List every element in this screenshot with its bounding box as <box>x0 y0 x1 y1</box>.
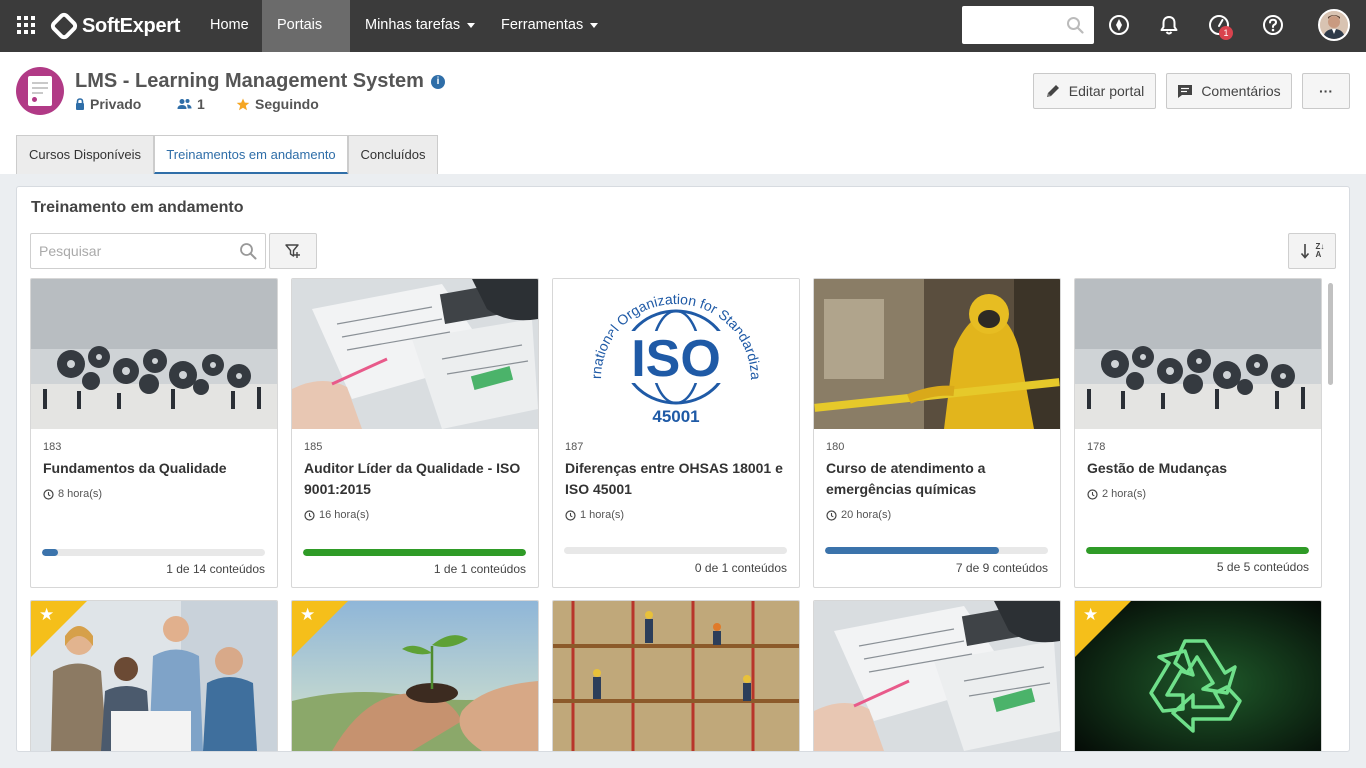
course-duration: 2 hora(s) <box>1087 488 1146 500</box>
portal-title: LMS - Learning Management System <box>75 70 424 92</box>
course-image-iso-logo: International Organization for Standardi… <box>553 279 799 429</box>
course-code: 178 <box>1087 441 1106 453</box>
course-name: Curso de atendimento a emergências quími… <box>826 460 986 497</box>
members-count[interactable]: 1 <box>177 96 205 112</box>
course-name: Diferenças entre OHSAS 18001 e ISO 45001 <box>565 460 783 497</box>
panel-scrollbar[interactable] <box>1328 283 1333 385</box>
course-duration: 20 hora(s) <box>826 509 891 521</box>
progress-bar <box>825 547 1048 554</box>
progress-bar <box>1086 547 1309 554</box>
star-icon: ★ <box>1083 605 1099 624</box>
course-card[interactable] <box>813 600 1061 751</box>
more-options-button[interactable]: ··· <box>1302 73 1350 109</box>
star-icon <box>236 98 250 110</box>
nav-ferramentas[interactable]: Ferramentas <box>486 0 613 52</box>
logo-text: SoftExpert <box>82 14 181 37</box>
edit-portal-button[interactable]: Editar portal <box>1033 73 1156 109</box>
comments-button[interactable]: Comentários <box>1166 73 1292 109</box>
course-code: 180 <box>826 441 845 453</box>
tab-treinamentos-em-andamento[interactable]: Treinamentos em andamento <box>154 135 348 174</box>
progress-bar <box>303 549 526 556</box>
content-count: 7 de 9 conteúdos <box>955 561 1048 575</box>
clock-icon <box>43 488 54 500</box>
tab-cursos-disponiveis[interactable]: Cursos Disponíveis <box>16 135 154 174</box>
course-name: Fundamentos da Qualidade <box>43 460 227 476</box>
nav-home[interactable]: Home <box>195 0 264 52</box>
search-icon <box>1067 17 1084 34</box>
course-card[interactable]: ★ <box>1074 600 1322 751</box>
clock-icon <box>565 509 576 521</box>
apps-grid-icon[interactable] <box>17 16 35 34</box>
chevron-down-icon <box>467 22 476 28</box>
nav-portais[interactable]: Portais <box>262 0 350 78</box>
course-image-documents-desk <box>292 279 538 429</box>
users-icon <box>177 99 192 109</box>
course-duration: 8 hora(s) <box>43 488 102 500</box>
content-count: 1 de 14 conteúdos <box>166 562 265 576</box>
star-icon: ★ <box>300 605 316 624</box>
content-count: 0 de 1 conteúdos <box>694 561 787 575</box>
trainings-panel: Treinamento em andamento Z↓A 183 Fundame… <box>16 186 1350 752</box>
clock-icon <box>826 509 837 521</box>
course-duration: 16 hora(s) <box>304 509 369 521</box>
course-code: 185 <box>304 441 323 453</box>
filter-button[interactable] <box>269 233 317 269</box>
course-code: 187 <box>565 441 584 453</box>
bell-icon[interactable] <box>1158 14 1180 36</box>
course-card[interactable]: ★ <box>291 600 539 751</box>
sort-glyph: Z↓A <box>1315 242 1325 259</box>
course-name: Gestão de Mudanças <box>1087 460 1228 476</box>
portal-header: LMS - Learning Management System i Priva… <box>0 52 1366 174</box>
course-duration: 1 hora(s) <box>565 509 624 521</box>
course-image-scaffolding-workers <box>553 601 799 751</box>
clock-icon <box>1087 488 1098 500</box>
panel-title: Treinamento em andamento <box>31 199 244 216</box>
course-search[interactable] <box>30 233 266 269</box>
iso-number-text: 45001 <box>652 407 699 426</box>
course-card[interactable]: 183 Fundamentos da Qualidade 8 hora(s) 1… <box>30 278 278 588</box>
notification-badge: 1 <box>1219 26 1233 40</box>
course-search-input[interactable] <box>31 234 221 268</box>
portal-document-icon <box>16 67 64 115</box>
global-search-input[interactable] <box>962 6 1094 44</box>
course-image-gears-people <box>31 279 277 429</box>
privacy-status: Privado <box>75 96 141 112</box>
content-count: 1 de 1 conteúdos <box>433 562 526 576</box>
course-card[interactable]: 180 Curso de atendimento a emergências q… <box>813 278 1061 588</box>
course-code: 183 <box>43 441 62 453</box>
logo-mark-icon <box>48 10 80 42</box>
top-navbar: SoftExpert Home Portais Minhas tarefas F… <box>0 0 1366 78</box>
course-card[interactable]: International Organization for Standardi… <box>552 278 800 588</box>
search-icon <box>240 243 257 260</box>
sort-button[interactable]: Z↓A <box>1288 233 1336 269</box>
comment-icon <box>1178 84 1193 98</box>
course-card[interactable]: 178 Gestão de Mudanças 2 hora(s) 5 de 5 … <box>1074 278 1322 588</box>
lock-icon <box>76 98 84 110</box>
compass-icon[interactable] <box>1108 14 1130 36</box>
content-count: 5 de 5 conteúdos <box>1216 560 1309 574</box>
follow-status[interactable]: Seguindo <box>236 96 319 112</box>
course-card[interactable] <box>552 600 800 751</box>
course-image-hazmat-suit <box>814 279 1060 429</box>
course-card[interactable]: 185 Auditor Líder da Qualidade - ISO 900… <box>291 278 539 588</box>
course-card[interactable]: ★ <box>30 600 278 751</box>
tab-concluidos[interactable]: Concluídos <box>348 135 438 174</box>
course-image-gears-people <box>1075 279 1321 429</box>
user-avatar[interactable] <box>1318 9 1350 41</box>
filter-icon <box>285 244 300 258</box>
course-name: Auditor Líder da Qualidade - ISO 9001:20… <box>304 460 521 497</box>
course-image-documents-desk <box>814 601 1060 751</box>
info-icon[interactable]: i <box>431 75 445 89</box>
nav-minhas-tarefas[interactable]: Minhas tarefas <box>350 0 490 52</box>
iso-mark-text: ISO <box>631 330 721 388</box>
help-icon[interactable] <box>1262 14 1284 36</box>
chevron-down-icon <box>590 22 599 28</box>
clock-icon <box>304 509 315 521</box>
star-icon: ★ <box>39 605 55 624</box>
progress-bar <box>564 547 787 554</box>
pencil-icon <box>1046 85 1059 97</box>
softexpert-logo[interactable]: SoftExpert <box>48 10 181 42</box>
progress-bar <box>42 549 265 556</box>
